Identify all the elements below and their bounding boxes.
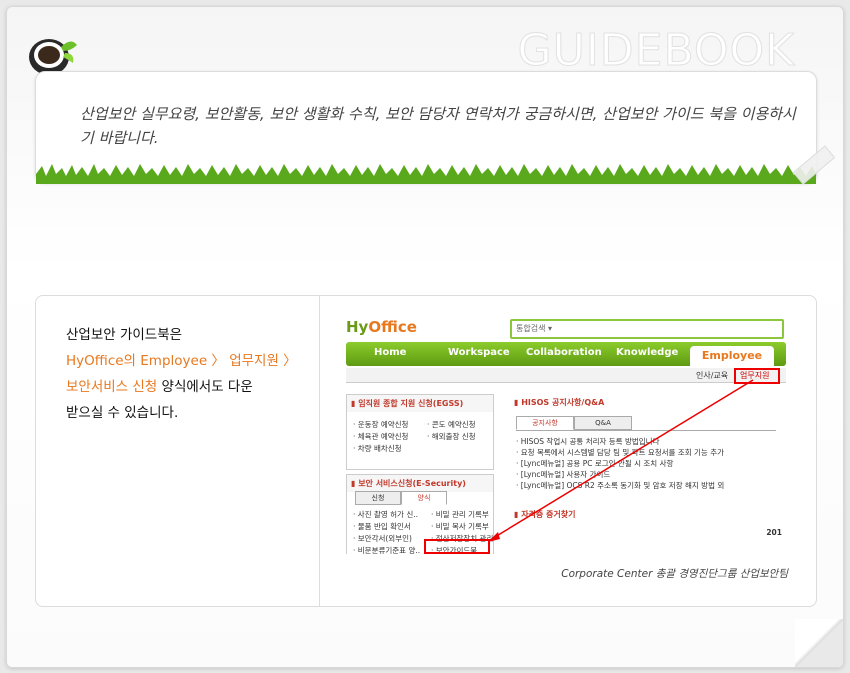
instruction-line-1: 산업보안 가이드북은 xyxy=(66,327,183,343)
guide-instructions: 산업보안 가이드북은 HyOffice의 Employee 〉 업무지원 〉 보… xyxy=(66,322,297,426)
instruction-line-4: 받으실 수 있습니다. xyxy=(66,405,179,421)
intro-banner: 산업보안 실무요령, 보안활동, 보안 생활화 수칙, 보안 담당자 연락처가 … xyxy=(35,71,817,184)
hyoffice-path-link: HyOffice의 Employee 〉 업무지원 〉 xyxy=(66,353,297,369)
grass-decoration xyxy=(36,164,816,184)
pointer-arrow xyxy=(488,379,754,542)
security-service-link: 보안서비스 신청 xyxy=(66,379,158,395)
content-panel: 산업보안 가이드북은 HyOffice의 Employee 〉 업무지원 〉 보… xyxy=(35,295,817,607)
page-curl-decoration xyxy=(795,619,843,667)
panel-divider xyxy=(319,296,320,606)
hyoffice-screenshot: HyOffice 통합검색 ▾ Home Workspace Collabora… xyxy=(342,314,790,554)
guidebook-watermark: GUIDEBOOK xyxy=(517,25,795,77)
page-frame: GUIDEBOOK 산업보안 실무요령, 보안활동, 보안 생활화 수칙, 보안… xyxy=(6,6,844,668)
instruction-line-3: 양식에서도 다운 xyxy=(157,379,253,395)
intro-text: 산업보안 실무요령, 보안활동, 보안 생활화 수칙, 보안 담당자 연락처가 … xyxy=(80,105,796,147)
caption-text: Corporate Center 총괄 경영진단그룹 산업보안팀 xyxy=(561,568,788,580)
